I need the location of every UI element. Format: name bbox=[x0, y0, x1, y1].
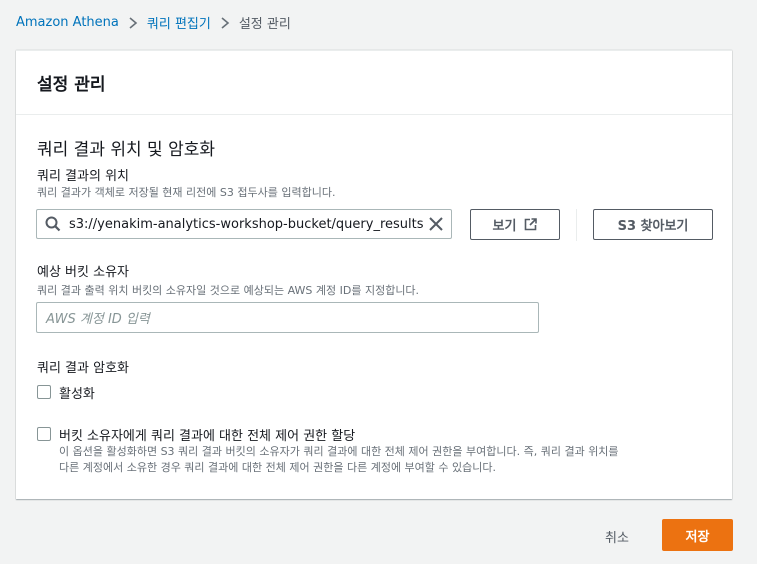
divider bbox=[576, 209, 577, 241]
result-location-input[interactable]: s3://yenakim-analytics-workshop-bucket/q… bbox=[36, 209, 452, 239]
save-button[interactable]: 저장 bbox=[662, 519, 733, 551]
chevron-right-icon bbox=[220, 16, 230, 29]
close-icon[interactable] bbox=[429, 217, 443, 231]
result-location-description: 쿼리 결과가 객체로 저장될 현재 리전에 S3 접두사를 입력합니다. bbox=[37, 186, 336, 199]
account-id-input[interactable]: AWS 계정 ID 입력 bbox=[36, 302, 539, 333]
full-control-description: 이 옵션을 활성화하면 S3 쿼리 결과 버킷의 소유자가 쿼리 결과에 대한 … bbox=[59, 444, 709, 475]
chevron-right-icon bbox=[128, 16, 138, 29]
breadcrumb-athena-link[interactable]: Amazon Athena bbox=[16, 15, 119, 30]
result-location-value[interactable]: s3://yenakim-analytics-workshop-bucket/q… bbox=[69, 217, 429, 232]
view-button-label: 보기 bbox=[492, 219, 517, 234]
full-control-checkbox-label[interactable]: 버킷 소유자에게 쿼리 결과에 대한 전체 제어 권한 할당 bbox=[59, 425, 355, 444]
result-location-label: 쿼리 결과의 위치 bbox=[37, 169, 129, 184]
external-link-icon bbox=[524, 218, 538, 231]
breadcrumb: Amazon Athena 쿼리 편집기 설정 관리 bbox=[16, 13, 291, 32]
breadcrumb-query-editor-link[interactable]: 쿼리 편집기 bbox=[147, 13, 211, 32]
search-icon bbox=[45, 216, 61, 232]
full-control-checkbox[interactable] bbox=[37, 427, 51, 441]
bucket-owner-description: 쿼리 결과 출력 위치 버킷의 소유자일 것으로 예상되는 AWS 계정 ID를… bbox=[37, 284, 420, 297]
settings-panel: 설정 관리 쿼리 결과 위치 및 암호화 쿼리 결과의 위치 쿼리 결과가 객체… bbox=[16, 50, 732, 499]
bucket-owner-label: 예상 버킷 소유자 bbox=[37, 265, 129, 280]
full-control-description-line2: 다른 계정에서 소유한 경우 쿼리 결과에 대한 전체 제어 권한을 다른 계정… bbox=[59, 460, 497, 474]
browse-s3-button[interactable]: S3 찾아보기 bbox=[593, 209, 713, 240]
breadcrumb-current: 설정 관리 bbox=[238, 17, 291, 32]
panel-title: 설정 관리 bbox=[37, 75, 106, 95]
panel-header: 설정 관리 bbox=[16, 51, 732, 115]
cancel-button[interactable]: 취소 bbox=[605, 527, 629, 546]
view-button[interactable]: 보기 bbox=[470, 209, 560, 240]
encryption-label: 쿼리 결과 암호화 bbox=[37, 361, 129, 376]
full-control-description-line1: 이 옵션을 활성화하면 S3 쿼리 결과 버킷의 소유자가 쿼리 결과에 대한 … bbox=[59, 445, 619, 458]
encryption-checkbox-label[interactable]: 활성화 bbox=[59, 383, 95, 402]
section-title: 쿼리 결과 위치 및 암호화 bbox=[37, 140, 216, 160]
encryption-checkbox[interactable] bbox=[37, 385, 51, 399]
